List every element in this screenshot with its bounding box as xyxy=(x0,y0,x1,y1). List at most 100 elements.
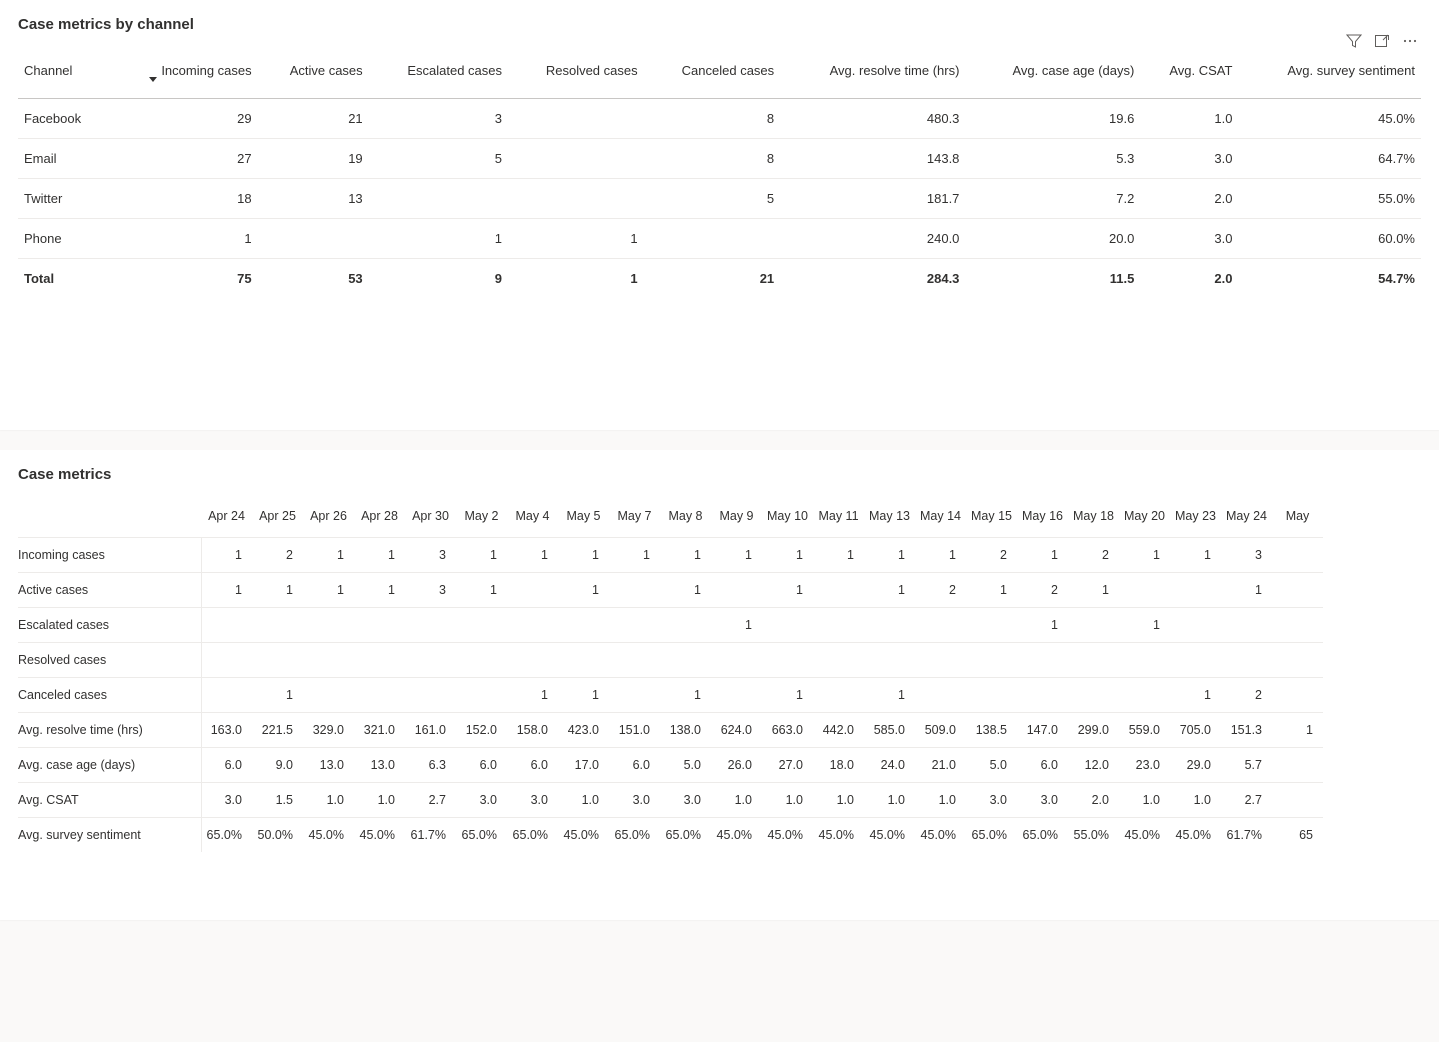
matrix-cell xyxy=(1221,608,1272,643)
cell-value: 55.0% xyxy=(1238,179,1421,219)
col-escalated[interactable]: Escalated cases xyxy=(369,53,508,99)
matrix-cell: 163.0 xyxy=(201,713,252,748)
metric-row-header[interactable]: Resolved cases xyxy=(18,643,201,678)
matrix-cell: 1.0 xyxy=(303,783,354,818)
matrix-cell: 24.0 xyxy=(864,748,915,783)
matrix-cell: 3.0 xyxy=(966,783,1017,818)
matrix-cell xyxy=(1272,678,1323,713)
col-resolve-time[interactable]: Avg. resolve time (hrs) xyxy=(780,53,965,99)
matrix-cell: 1 xyxy=(864,538,915,573)
filter-icon[interactable] xyxy=(1345,32,1363,50)
col-canceled[interactable]: Canceled cases xyxy=(644,53,781,99)
date-column-header[interactable]: May 20 xyxy=(1119,501,1170,538)
col-sentiment[interactable]: Avg. survey sentiment xyxy=(1238,53,1421,99)
date-column-header[interactable]: May 7 xyxy=(609,501,660,538)
date-column-header[interactable]: Apr 26 xyxy=(303,501,354,538)
date-column-header[interactable]: Apr 30 xyxy=(405,501,456,538)
table-row[interactable]: Phone111240.020.03.060.0% xyxy=(18,219,1421,259)
matrix-row: Canceled cases11111112 xyxy=(18,678,1323,713)
matrix-cell: 2 xyxy=(1068,538,1119,573)
date-column-header[interactable]: Apr 28 xyxy=(354,501,405,538)
date-column-header[interactable]: May 4 xyxy=(507,501,558,538)
matrix-cell: 3 xyxy=(405,573,456,608)
date-column-header[interactable]: May 18 xyxy=(1068,501,1119,538)
matrix-cell xyxy=(660,608,711,643)
matrix-cell xyxy=(1272,643,1323,678)
matrix-cell: 151.3 xyxy=(1221,713,1272,748)
matrix-cell xyxy=(456,608,507,643)
matrix-cell: 18.0 xyxy=(813,748,864,783)
date-column-header[interactable]: May 11 xyxy=(813,501,864,538)
matrix-cell: 624.0 xyxy=(711,713,762,748)
date-column-header[interactable]: May 16 xyxy=(1017,501,1068,538)
matrix-cell: 1.0 xyxy=(915,783,966,818)
matrix-cell: 17.0 xyxy=(558,748,609,783)
date-column-header[interactable]: May 14 xyxy=(915,501,966,538)
matrix-cell: 1 xyxy=(711,608,762,643)
date-column-header[interactable]: May 10 xyxy=(762,501,813,538)
matrix-cell: 221.5 xyxy=(252,713,303,748)
matrix-cell xyxy=(915,608,966,643)
matrix-cell: 65.0% xyxy=(660,818,711,853)
matrix-cell: 1 xyxy=(354,573,405,608)
cell-value: 13 xyxy=(258,179,369,219)
matrix-cell: 705.0 xyxy=(1170,713,1221,748)
date-column-header[interactable]: May 2 xyxy=(456,501,507,538)
metric-row-header[interactable]: Escalated cases xyxy=(18,608,201,643)
cell-value: 3.0 xyxy=(1140,139,1238,179)
metric-row-header[interactable]: Avg. resolve time (hrs) xyxy=(18,713,201,748)
matrix-cell xyxy=(966,608,1017,643)
date-column-header[interactable]: Apr 25 xyxy=(252,501,303,538)
date-column-header[interactable]: May 8 xyxy=(660,501,711,538)
metric-row-header[interactable]: Canceled cases xyxy=(18,678,201,713)
date-column-header[interactable]: May xyxy=(1272,501,1323,538)
table-row[interactable]: Twitter18135181.77.22.055.0% xyxy=(18,179,1421,219)
cell-value: 8 xyxy=(644,99,781,139)
matrix-cell: 5.0 xyxy=(660,748,711,783)
date-column-header[interactable]: Apr 24 xyxy=(201,501,252,538)
matrix-cell: 45.0% xyxy=(354,818,405,853)
more-options-icon[interactable] xyxy=(1401,32,1419,50)
focus-mode-icon[interactable] xyxy=(1373,32,1391,50)
date-column-header[interactable]: May 9 xyxy=(711,501,762,538)
col-resolved[interactable]: Resolved cases xyxy=(508,53,644,99)
metric-row-header[interactable]: Avg. case age (days) xyxy=(18,748,201,783)
matrix-cell xyxy=(456,678,507,713)
col-csat[interactable]: Avg. CSAT xyxy=(1140,53,1238,99)
date-column-header[interactable]: May 5 xyxy=(558,501,609,538)
matrix-cell xyxy=(609,573,660,608)
metric-row-header[interactable]: Avg. survey sentiment xyxy=(18,818,201,853)
matrix-cell xyxy=(507,608,558,643)
col-active[interactable]: Active cases xyxy=(258,53,369,99)
cell-value: 181.7 xyxy=(780,179,965,219)
matrix-cell xyxy=(1272,608,1323,643)
matrix-cell: 61.7% xyxy=(405,818,456,853)
metric-row-header[interactable]: Active cases xyxy=(18,573,201,608)
matrix-cell: 65 xyxy=(1272,818,1323,853)
matrix-cell xyxy=(711,573,762,608)
matrix-cell: 55.0% xyxy=(1068,818,1119,853)
matrix-cell: 1 xyxy=(558,678,609,713)
table-row[interactable]: Email271958143.85.33.064.7% xyxy=(18,139,1421,179)
date-column-header[interactable]: May 24 xyxy=(1221,501,1272,538)
matrix-cell: 2 xyxy=(252,538,303,573)
matrix-cell xyxy=(609,643,660,678)
matrix-cell: 6.0 xyxy=(201,748,252,783)
matrix-table: Apr 24Apr 25Apr 26Apr 28Apr 30May 2May 4… xyxy=(18,501,1323,852)
date-column-header[interactable]: May 15 xyxy=(966,501,1017,538)
cell-total-label: Total xyxy=(18,259,108,299)
metric-row-header[interactable]: Incoming cases xyxy=(18,538,201,573)
matrix-cell: 151.0 xyxy=(609,713,660,748)
matrix-cell: 1 xyxy=(303,538,354,573)
matrix-cell xyxy=(1272,538,1323,573)
col-incoming[interactable]: Incoming cases xyxy=(108,53,257,99)
metric-row-header[interactable]: Avg. CSAT xyxy=(18,783,201,818)
date-column-header[interactable]: May 13 xyxy=(864,501,915,538)
matrix-cell: 65.0% xyxy=(456,818,507,853)
date-column-header[interactable]: May 23 xyxy=(1170,501,1221,538)
matrix-cell: 3.0 xyxy=(660,783,711,818)
col-case-age[interactable]: Avg. case age (days) xyxy=(965,53,1140,99)
col-channel[interactable]: Channel xyxy=(18,53,108,99)
matrix-cell xyxy=(711,678,762,713)
table-row[interactable]: Facebook292138480.319.61.045.0% xyxy=(18,99,1421,139)
